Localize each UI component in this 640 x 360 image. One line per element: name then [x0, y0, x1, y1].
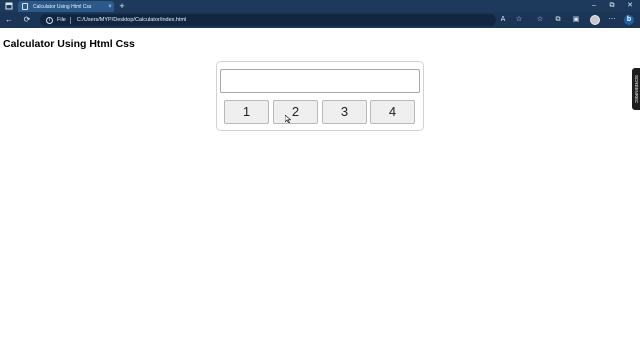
- back-arrow-icon[interactable]: ←: [4, 15, 14, 25]
- browser-titlebar: Calculator Using Html Css × + – ⧉ ✕: [0, 0, 640, 12]
- key-4-button[interactable]: 4: [370, 100, 415, 124]
- close-window-button[interactable]: ✕: [624, 1, 636, 11]
- key-3-button[interactable]: 3: [322, 100, 367, 124]
- mouse-cursor-icon: [285, 115, 291, 123]
- profile-avatar[interactable]: [590, 15, 600, 25]
- new-tab-button[interactable]: +: [118, 1, 126, 11]
- calculator-keys: 1 2 3 4: [224, 100, 416, 124]
- extensions-icon[interactable]: ▣: [571, 15, 581, 25]
- key-2-button[interactable]: 2: [273, 100, 318, 124]
- page-title: Calculator Using Html Css: [3, 38, 135, 50]
- tab-title: Calculator Using Html Css: [33, 3, 92, 10]
- browser-toolbar: ← ⟳ i File C:/Users/MYP/Desktop/Calculat…: [0, 12, 640, 28]
- tab-close-icon[interactable]: ×: [106, 4, 114, 10]
- minimize-button[interactable]: –: [588, 1, 600, 11]
- address-separator: [69, 16, 71, 24]
- screenrec-extension-tab[interactable]: SCREENREC: [632, 68, 640, 110]
- favorite-star-icon[interactable]: ☆: [514, 15, 524, 25]
- address-url[interactable]: C:/Users/MYP/Desktop/Calculator/index.ht…: [77, 17, 186, 23]
- page-favicon-icon: [22, 3, 28, 10]
- address-bar[interactable]: i File C:/Users/MYP/Desktop/Calculator/i…: [40, 14, 496, 26]
- address-file-label: File: [57, 17, 66, 23]
- maximize-button[interactable]: ⧉: [606, 1, 618, 11]
- key-1-button[interactable]: 1: [224, 100, 269, 124]
- tab-actions-icon[interactable]: [4, 1, 14, 11]
- more-menu-icon[interactable]: ⋯: [607, 15, 617, 25]
- tab-calculator[interactable]: Calculator Using Html Css ×: [18, 1, 114, 12]
- calculator-container: 1 2 3 4: [216, 61, 424, 131]
- read-aloud-icon[interactable]: A: [498, 15, 508, 25]
- calculator-display[interactable]: [220, 69, 420, 93]
- bing-icon[interactable]: b: [624, 15, 634, 25]
- favorites-icon[interactable]: ☆: [535, 15, 545, 25]
- refresh-icon[interactable]: ⟳: [22, 15, 32, 25]
- collections-icon[interactable]: ⧉: [553, 15, 563, 25]
- info-icon[interactable]: i: [46, 16, 53, 24]
